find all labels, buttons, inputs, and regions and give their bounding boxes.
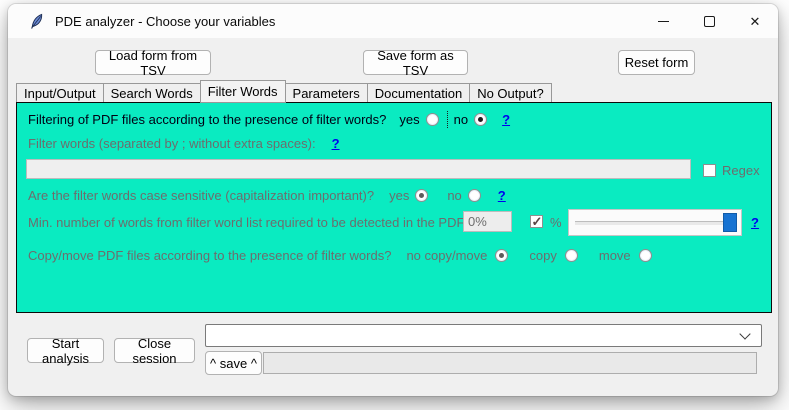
min-words-help-link[interactable]: ?: [751, 215, 759, 230]
move-label: move: [599, 248, 631, 263]
min-words-input[interactable]: [463, 211, 512, 232]
filtering-no-radio[interactable]: [474, 113, 487, 126]
case-sensitive-row: Are the filter words case sensitive (cap…: [28, 188, 506, 203]
filter-words-input[interactable]: [26, 159, 691, 179]
save-session-button[interactable]: ^ save ^: [205, 351, 262, 375]
regex-option: Regex: [703, 163, 760, 178]
tab-bar: Input/Output Search Words Filter Words P…: [16, 80, 551, 103]
filtering-question-label: Filtering of PDF files according to the …: [28, 112, 386, 127]
close-button[interactable]: ✕: [732, 4, 778, 38]
window-title: PDE analyzer - Choose your variables: [55, 14, 275, 29]
min-words-slider[interactable]: [568, 209, 742, 236]
minimize-button[interactable]: [640, 4, 686, 38]
min-words-label: Min. number of words from filter word li…: [28, 215, 488, 230]
case-yes-radio[interactable]: [415, 189, 428, 202]
case-sensitive-label: Are the filter words case sensitive (cap…: [28, 188, 374, 203]
case-no-radio[interactable]: [468, 189, 481, 202]
percent-label: %: [550, 215, 562, 230]
case-no-label: no: [447, 188, 461, 203]
filter-words-help-link[interactable]: ?: [332, 136, 340, 151]
close-session-button[interactable]: Close session: [114, 338, 195, 363]
focus-divider: [447, 111, 448, 128]
chevron-down-icon[interactable]: [739, 328, 750, 339]
filtering-help-link[interactable]: ?: [502, 112, 510, 127]
move-radio[interactable]: [639, 249, 652, 262]
filtering-yes-label: yes: [399, 112, 419, 127]
tab-parameters[interactable]: Parameters: [285, 83, 368, 103]
minimize-icon: [658, 21, 669, 22]
desktop: { "colors": { "panel_bg": "#0aebc1", "li…: [0, 0, 789, 410]
close-icon: ✕: [750, 15, 761, 28]
reset-form-button[interactable]: Reset form: [618, 50, 695, 75]
min-words-row: Min. number of words from filter word li…: [28, 215, 488, 230]
copy-label: copy: [529, 248, 556, 263]
regex-label: Regex: [722, 163, 760, 178]
maximize-button[interactable]: [686, 4, 732, 38]
copy-move-row: Copy/move PDF files according to the pre…: [28, 248, 652, 263]
slider-handle[interactable]: [723, 213, 737, 232]
start-analysis-button[interactable]: Start analysis: [27, 338, 104, 363]
title-bar: PDE analyzer - Choose your variables ✕: [8, 4, 778, 38]
filter-words-panel: Filtering of PDF files according to the …: [16, 102, 772, 313]
percent-checkbox[interactable]: [530, 215, 543, 228]
tab-input-output[interactable]: Input/Output: [16, 83, 104, 103]
tab-no-output[interactable]: No Output?: [469, 83, 552, 103]
tab-search-words[interactable]: Search Words: [103, 83, 201, 103]
maximize-icon: [704, 16, 715, 27]
window-controls: ✕: [640, 4, 778, 38]
filtering-yes-radio[interactable]: [426, 113, 439, 126]
filtering-row: Filtering of PDF files according to the …: [28, 111, 510, 128]
no-copy-move-radio[interactable]: [495, 249, 508, 262]
load-form-button[interactable]: Load form from TSV: [95, 50, 211, 75]
save-form-button[interactable]: Save form as TSV: [363, 50, 468, 75]
case-yes-label: yes: [389, 188, 409, 203]
filter-words-row: Filter words (separated by ; without ext…: [28, 136, 340, 151]
regex-checkbox[interactable]: [703, 164, 716, 177]
feather-app-icon: [29, 13, 44, 30]
copy-radio[interactable]: [565, 249, 578, 262]
app-window: PDE analyzer - Choose your variables ✕ L…: [8, 4, 778, 396]
no-copy-move-label: no copy/move: [406, 248, 487, 263]
slider-trough: [575, 221, 735, 225]
tab-documentation[interactable]: Documentation: [367, 83, 470, 103]
session-name-input[interactable]: [263, 352, 757, 374]
tab-filter-words[interactable]: Filter Words: [200, 80, 286, 103]
session-combobox-input[interactable]: [206, 328, 741, 343]
session-combobox[interactable]: [205, 324, 762, 347]
filtering-no-label: no: [454, 112, 468, 127]
case-sensitive-help-link[interactable]: ?: [498, 188, 506, 203]
copy-move-label: Copy/move PDF files according to the pre…: [28, 248, 391, 263]
filter-words-label: Filter words (separated by ; without ext…: [28, 136, 316, 151]
